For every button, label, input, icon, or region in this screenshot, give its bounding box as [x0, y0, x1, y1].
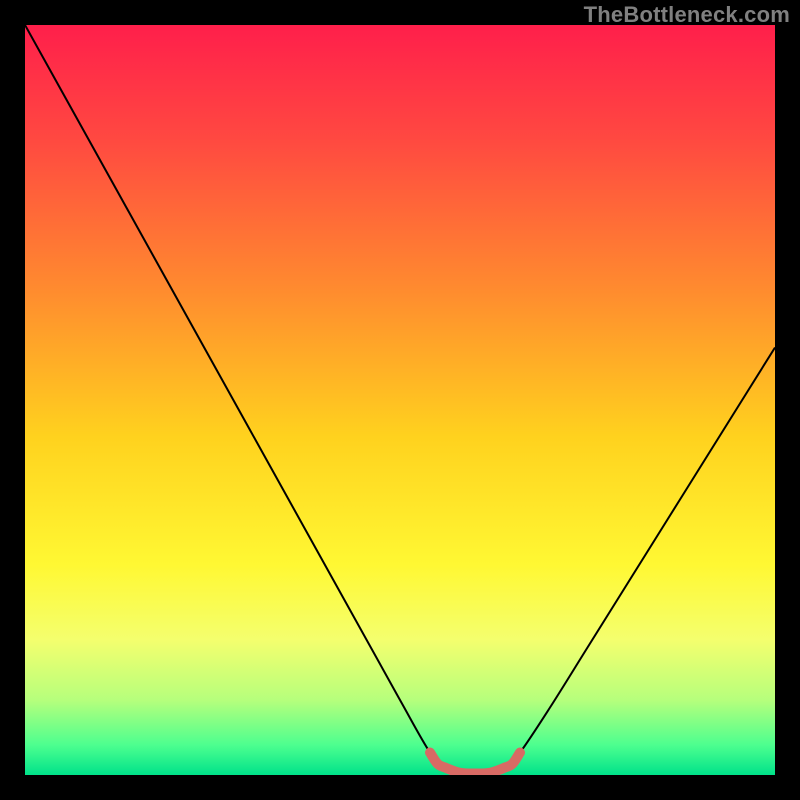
- chart-svg: [25, 25, 775, 775]
- chart-frame: TheBottleneck.com: [0, 0, 800, 800]
- chart-background: [25, 25, 775, 775]
- chart-plot-area: [25, 25, 775, 775]
- watermark-text: TheBottleneck.com: [584, 2, 790, 28]
